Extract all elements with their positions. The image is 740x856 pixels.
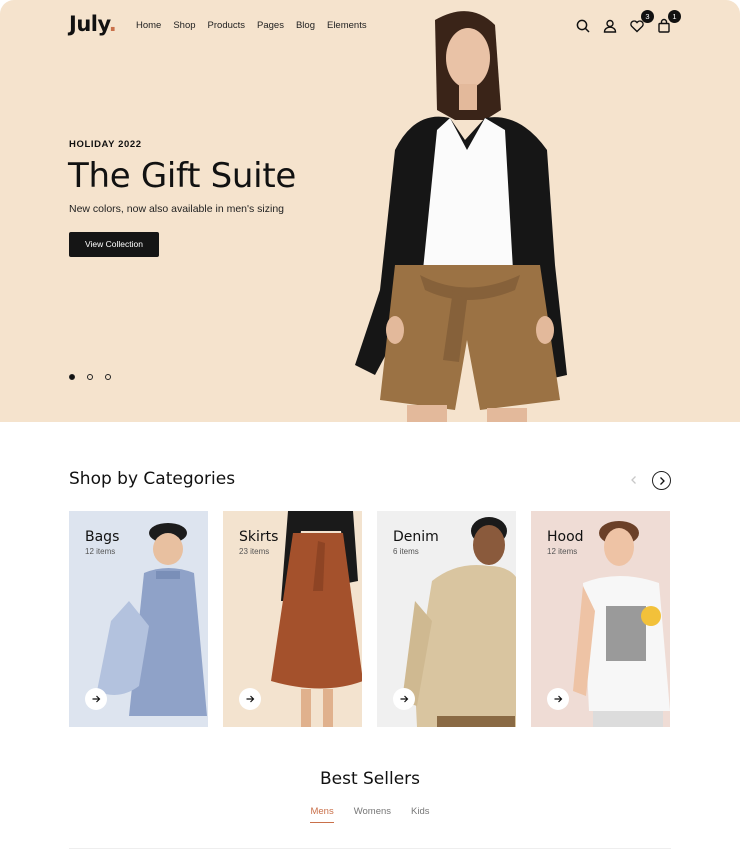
category-name: Hood — [547, 529, 584, 545]
arrow-right-icon — [92, 695, 101, 703]
slider-dot-3[interactable] — [105, 374, 111, 380]
categories-title: Shop by Categories — [69, 469, 236, 489]
chevron-left-icon — [630, 476, 636, 484]
divider — [69, 848, 671, 849]
nav-home[interactable]: Home — [136, 20, 161, 31]
main-nav: Home Shop Products Pages Blog Elements — [136, 20, 379, 31]
category-go-button[interactable] — [85, 688, 107, 710]
arrow-right-icon — [246, 695, 255, 703]
wishlist-icon[interactable]: 3 — [629, 10, 654, 34]
hero-banner: July. Home Shop Products Pages Blog Elem… — [0, 0, 740, 422]
cart-count-badge: 1 — [668, 10, 681, 23]
header-actions: 3 1 — [575, 10, 683, 34]
nav-shop[interactable]: Shop — [173, 20, 195, 31]
arrow-right-icon — [554, 695, 563, 703]
search-icon[interactable] — [575, 18, 591, 34]
tab-mens[interactable]: Mens — [310, 806, 334, 823]
chevron-right-icon — [659, 477, 665, 485]
logo[interactable]: July. — [69, 12, 117, 36]
category-go-button[interactable] — [547, 688, 569, 710]
category-go-button[interactable] — [393, 688, 415, 710]
category-card-denim[interactable]: Denim 6 items — [377, 511, 516, 727]
slider-dot-2[interactable] — [87, 374, 93, 380]
best-sellers-tabs: Mens Womens Kids — [0, 806, 740, 823]
category-name: Bags — [85, 529, 120, 545]
view-collection-button[interactable]: View Collection — [69, 232, 159, 257]
categories-prev-button[interactable] — [624, 471, 643, 490]
account-icon[interactable] — [602, 18, 618, 34]
best-sellers-title: Best Sellers — [319, 769, 421, 789]
nav-pages[interactable]: Pages — [257, 20, 284, 31]
hero-subtitle: New colors, now also available in men's … — [69, 203, 285, 215]
tab-kids[interactable]: Kids — [411, 806, 429, 823]
nav-blog[interactable]: Blog — [296, 20, 315, 31]
slider-dots — [69, 374, 123, 380]
category-card-hood[interactable]: Hood 12 items — [531, 511, 670, 727]
category-count: 12 items — [547, 547, 578, 556]
category-count: 6 items — [393, 547, 419, 556]
hero-eyebrow: HOLIDAY 2022 — [69, 139, 142, 150]
category-go-button[interactable] — [239, 688, 261, 710]
category-card-bags[interactable]: Bags 12 items — [69, 511, 208, 727]
category-name: Skirts — [239, 529, 279, 545]
arrow-right-icon — [400, 695, 409, 703]
categories-next-button[interactable] — [652, 471, 671, 490]
nav-products[interactable]: Products — [208, 20, 246, 31]
category-card-skirts[interactable]: Skirts 23 items — [223, 511, 362, 727]
category-name: Denim — [393, 529, 439, 545]
tab-womens[interactable]: Womens — [354, 806, 391, 823]
hero-model-image — [355, 11, 567, 422]
cart-icon[interactable]: 1 — [656, 10, 681, 34]
category-count: 23 items — [239, 547, 270, 556]
hero-title: The Gift Suite — [68, 156, 296, 196]
wishlist-count-badge: 3 — [641, 10, 654, 23]
slider-dot-1[interactable] — [69, 374, 75, 380]
category-count: 12 items — [85, 547, 116, 556]
